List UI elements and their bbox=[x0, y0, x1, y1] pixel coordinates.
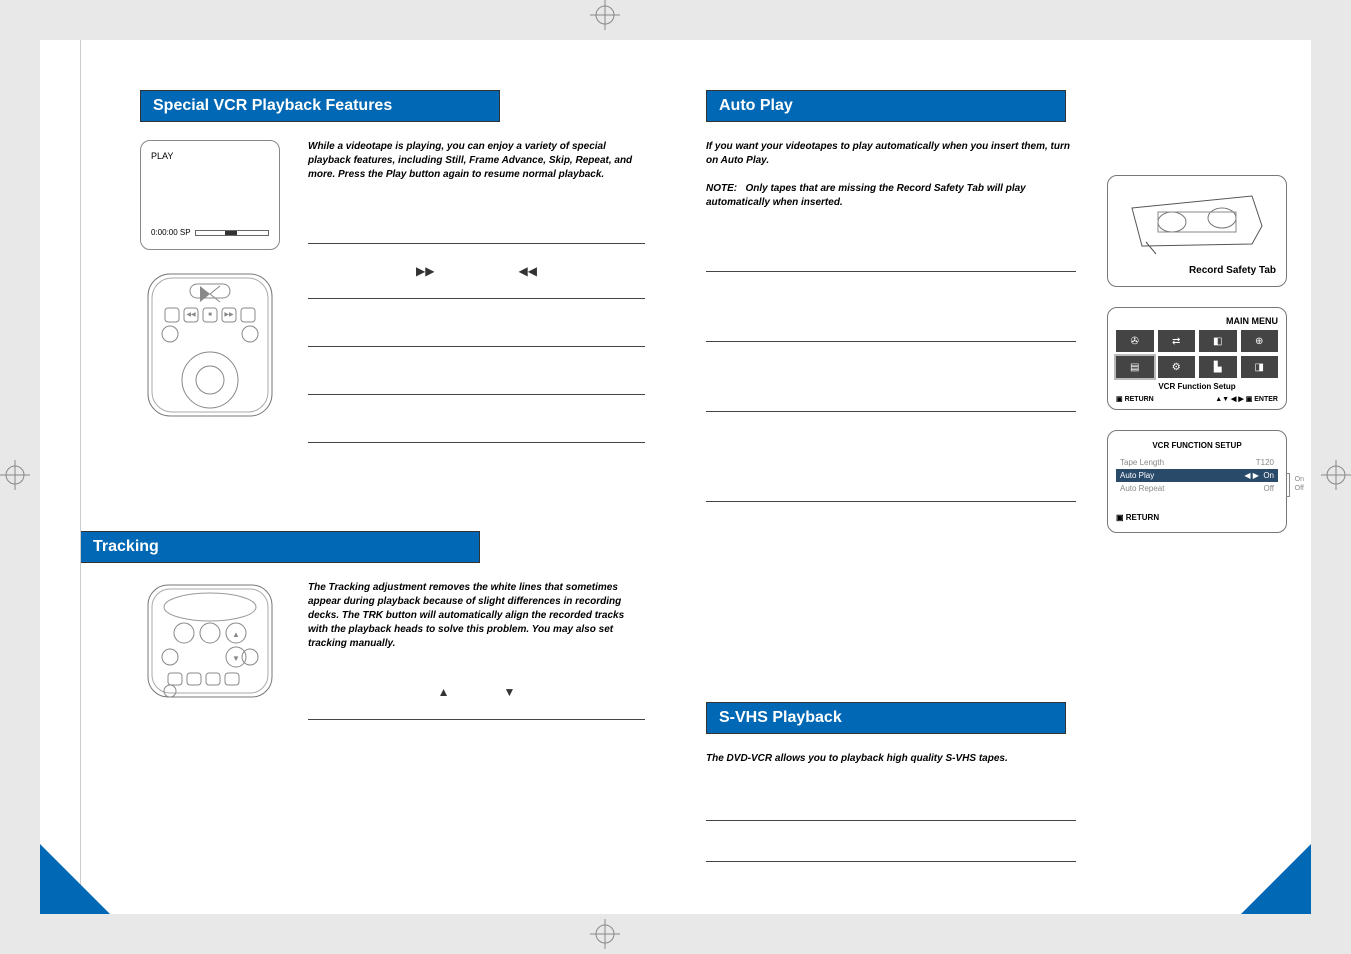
tracking-heading: Tracking bbox=[80, 531, 480, 563]
crop-mark-right bbox=[1321, 460, 1351, 495]
step-block bbox=[308, 443, 645, 491]
svhs-intro: The DVD-VCR allows you to playback high … bbox=[706, 752, 1076, 766]
crop-mark-left bbox=[0, 460, 30, 495]
step-block bbox=[308, 347, 645, 395]
tracking-step: ▲ ▼ bbox=[308, 665, 645, 720]
osd-progress-fill bbox=[225, 231, 237, 235]
setup-row: Tape Length T120 bbox=[1116, 456, 1278, 469]
setup-title: VCR FUNCTION SETUP bbox=[1116, 441, 1278, 450]
step-block bbox=[308, 395, 645, 443]
arrow-glyphs: ▲▼ ◀ ▶ bbox=[1215, 396, 1244, 403]
svg-text:▶▶: ▶▶ bbox=[224, 312, 234, 318]
cassette-figure: Record Safety Tab bbox=[1107, 175, 1287, 287]
svg-text:▼: ▼ bbox=[232, 654, 240, 663]
step-block bbox=[706, 412, 1076, 502]
main-menu-title: MAIN MENU bbox=[1116, 316, 1278, 326]
remote-diagram: ■ ▶▶ ◀◀ bbox=[140, 270, 280, 420]
corner-triangle bbox=[1241, 844, 1311, 914]
step-block bbox=[308, 299, 645, 347]
cassette-label: Record Safety Tab bbox=[1118, 265, 1276, 276]
ff-icon: ▶▶ bbox=[416, 264, 434, 278]
step-block bbox=[706, 342, 1076, 412]
remote-diagram-tracking: ▲ ▼ bbox=[140, 581, 280, 701]
down-icon: ▼ bbox=[504, 685, 516, 699]
margin-line bbox=[80, 40, 81, 914]
osd-progress-track bbox=[195, 230, 269, 236]
autoplay-intro: If you want your videotapes to play auto… bbox=[706, 140, 1076, 168]
special-intro: While a videotape is playing, you can en… bbox=[308, 140, 645, 182]
menu-icon: ⚙ bbox=[1158, 356, 1196, 378]
tracking-intro: The Tracking adjustment removes the whit… bbox=[308, 581, 645, 651]
side-option: On bbox=[1295, 475, 1304, 484]
crop-mark-bottom bbox=[590, 919, 620, 954]
setup-row-highlight: Auto Play ◀ ▶ On bbox=[1116, 469, 1278, 482]
corner-triangle bbox=[40, 844, 110, 914]
osd-time: 0:00:00 SP bbox=[151, 228, 191, 237]
main-menu-subtitle: VCR Function Setup bbox=[1116, 382, 1278, 391]
up-icon: ▲ bbox=[438, 685, 450, 699]
right-page: Auto Play If you want your videotapes to… bbox=[676, 40, 1311, 914]
enter-label: ENTER bbox=[1254, 396, 1278, 403]
left-page: Special VCR Playback Features PLAY 0:00:… bbox=[40, 40, 676, 914]
setup-return: ▣ RETURN bbox=[1116, 513, 1278, 522]
svhs-heading: S-VHS Playback bbox=[706, 702, 1066, 734]
setup-row-value: T120 bbox=[1256, 458, 1274, 467]
autoplay-note: NOTE: Only tapes that are missing the Re… bbox=[706, 182, 1076, 210]
step-block bbox=[706, 821, 1076, 862]
setup-side-options: On Off bbox=[1295, 475, 1304, 493]
note-body: Only tapes that are missing the Record S… bbox=[706, 183, 1026, 208]
osd-display: PLAY 0:00:00 SP bbox=[140, 140, 280, 250]
setup-row-value: Off bbox=[1263, 484, 1274, 493]
menu-icon: ✇ bbox=[1116, 330, 1154, 352]
menu-icon: ⊕ bbox=[1241, 330, 1279, 352]
main-menu-osd: MAIN MENU ✇ ⇄ ◧ ⊕ ▤ ⚙ ▙ ◨ VCR Function S… bbox=[1107, 307, 1287, 410]
setup-row-label: Auto Play bbox=[1120, 471, 1154, 480]
step-block bbox=[706, 224, 1076, 272]
svg-text:▲: ▲ bbox=[232, 630, 240, 639]
setup-row-label: Auto Repeat bbox=[1120, 484, 1164, 493]
step-block bbox=[706, 780, 1076, 821]
svg-text:■: ■ bbox=[208, 312, 212, 318]
crop-mark-top bbox=[590, 0, 620, 35]
menu-icon: ▙ bbox=[1199, 356, 1237, 378]
svg-text:◀◀: ◀◀ bbox=[186, 312, 196, 318]
autoplay-heading: Auto Play bbox=[706, 90, 1066, 122]
note-label: NOTE: bbox=[706, 183, 737, 194]
rew-icon: ◀◀ bbox=[519, 264, 537, 278]
step-block bbox=[706, 272, 1076, 342]
return-label: RETURN bbox=[1125, 396, 1154, 403]
menu-icon-selected: ▤ bbox=[1116, 356, 1154, 378]
setup-row-value: On bbox=[1263, 471, 1274, 480]
lr-arrows-icon: ◀ ▶ bbox=[1244, 471, 1259, 480]
step-block-glyphs: ▶▶ ◀◀ bbox=[308, 244, 645, 299]
vcr-setup-osd: VCR FUNCTION SETUP Tape Length T120 Auto… bbox=[1107, 430, 1287, 533]
setup-row: Auto Repeat Off bbox=[1116, 482, 1278, 495]
setup-side-brace bbox=[1286, 473, 1290, 497]
osd-status: PLAY bbox=[151, 151, 269, 161]
menu-icon: ◧ bbox=[1199, 330, 1237, 352]
special-playback-heading: Special VCR Playback Features bbox=[140, 90, 500, 122]
menu-icon: ⇄ bbox=[1158, 330, 1196, 352]
step-block bbox=[308, 196, 645, 244]
setup-row-label: Tape Length bbox=[1120, 458, 1164, 467]
side-option: Off bbox=[1295, 484, 1304, 493]
menu-icon: ◨ bbox=[1241, 356, 1279, 378]
